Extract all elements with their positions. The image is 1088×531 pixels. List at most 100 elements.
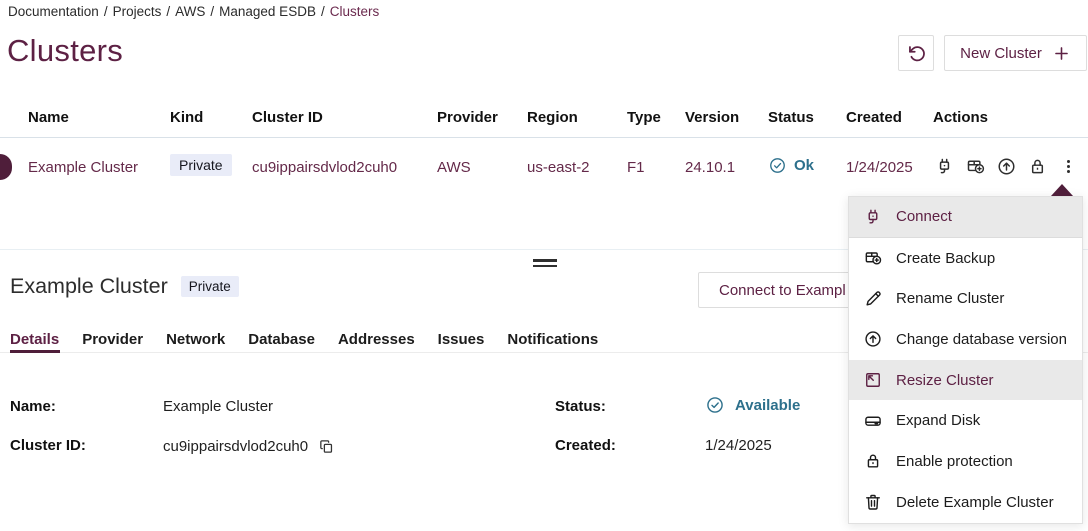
menu-item-change-database-version[interactable]: Change database version bbox=[849, 319, 1082, 360]
menu-item-delete-cluster[interactable]: Delete Example Cluster bbox=[849, 482, 1082, 523]
cluster-id-field-value: cu9ippairsdvlod2cuh0 bbox=[163, 437, 336, 455]
name-label: Name: bbox=[10, 398, 56, 415]
breadcrumb-separator: / bbox=[321, 4, 325, 19]
name-field-label: Name: bbox=[10, 398, 56, 415]
breadcrumb-separator: / bbox=[210, 4, 214, 19]
menu-item-label: Resize Cluster bbox=[896, 372, 994, 389]
page-title: Clusters bbox=[7, 33, 123, 69]
lock-icon bbox=[1027, 156, 1048, 177]
breadcrumb-item-documentation[interactable]: Documentation bbox=[8, 4, 99, 19]
menu-item-resize-cluster[interactable]: Resize Cluster bbox=[849, 360, 1082, 401]
status-text: Ok bbox=[794, 157, 814, 174]
tab-network[interactable]: Network bbox=[166, 331, 225, 348]
disk-icon bbox=[863, 411, 883, 431]
context-menu: Connect Create Backup Rename Cluster Cha… bbox=[848, 196, 1083, 524]
cluster-id-value: cu9ippairsdvlod2cuh0 bbox=[163, 438, 308, 455]
cluster-name-link[interactable]: Example Cluster bbox=[28, 159, 138, 176]
new-cluster-label: New Cluster bbox=[960, 45, 1042, 62]
refresh-icon bbox=[906, 43, 927, 64]
create-backup-icon bbox=[965, 156, 986, 177]
resize-icon bbox=[863, 370, 883, 390]
column-header-type: Type bbox=[627, 109, 661, 126]
breadcrumb-item-managed-esdb[interactable]: Managed ESDB bbox=[219, 4, 316, 19]
breadcrumb-item-projects[interactable]: Projects bbox=[113, 4, 162, 19]
context-menu-caret bbox=[1051, 184, 1073, 196]
breadcrumb-separator: / bbox=[104, 4, 108, 19]
change-version-action-button[interactable] bbox=[995, 155, 1017, 177]
column-header-cluster-id: Cluster ID bbox=[252, 109, 323, 126]
connect-action-button[interactable] bbox=[933, 155, 955, 177]
column-header-provider: Provider bbox=[437, 109, 498, 126]
plus-icon bbox=[1052, 44, 1071, 63]
menu-item-label: Rename Cluster bbox=[896, 290, 1004, 307]
menu-item-enable-protection[interactable]: Enable protection bbox=[849, 441, 1082, 482]
created-field-value: 1/24/2025 bbox=[705, 437, 772, 454]
status-cell: Ok bbox=[768, 156, 814, 175]
arrow-up-circle-icon bbox=[863, 329, 883, 349]
connect-plug-icon bbox=[934, 156, 955, 177]
tab-issues[interactable]: Issues bbox=[438, 331, 485, 348]
tab-notifications[interactable]: Notifications bbox=[507, 331, 598, 348]
column-header-created: Created bbox=[846, 109, 902, 126]
row-status-indicator bbox=[0, 154, 12, 180]
tab-database[interactable]: Database bbox=[248, 331, 315, 348]
type-cell: F1 bbox=[627, 159, 645, 176]
trash-icon bbox=[863, 492, 883, 512]
menu-item-label: Create Backup bbox=[896, 250, 995, 267]
table-header: Name Kind Cluster ID Provider Region Typ… bbox=[0, 100, 1088, 138]
refresh-button[interactable] bbox=[898, 35, 934, 71]
status-field-value: Available bbox=[705, 395, 800, 415]
status-value: Available bbox=[735, 397, 800, 414]
copy-cluster-id-button[interactable] bbox=[318, 437, 336, 455]
actions-cell bbox=[933, 155, 1079, 177]
region-cell: us-east-2 bbox=[527, 159, 590, 176]
column-header-actions: Actions bbox=[933, 109, 988, 126]
check-circle-icon bbox=[705, 395, 725, 415]
protection-action-button[interactable] bbox=[1026, 155, 1048, 177]
menu-item-create-backup[interactable]: Create Backup bbox=[849, 238, 1082, 279]
pane-drag-handle[interactable] bbox=[533, 259, 557, 270]
menu-item-rename-cluster[interactable]: Rename Cluster bbox=[849, 278, 1082, 319]
name-field-value: Example Cluster bbox=[163, 398, 273, 415]
provider-cell: AWS bbox=[437, 159, 471, 176]
created-field-label: Created: bbox=[555, 437, 616, 454]
detail-title: Example Cluster bbox=[10, 274, 168, 299]
table-row[interactable]: Example Cluster Private cu9ippairsdvlod2… bbox=[0, 138, 1088, 198]
status-label: Status: bbox=[555, 398, 606, 415]
check-circle-icon bbox=[768, 156, 787, 175]
create-backup-icon bbox=[863, 248, 883, 268]
tab-provider[interactable]: Provider bbox=[82, 331, 143, 348]
menu-item-label: Change database version bbox=[896, 331, 1067, 348]
cluster-id-field-label: Cluster ID: bbox=[10, 437, 86, 454]
menu-item-connect[interactable]: Connect bbox=[849, 197, 1082, 238]
created-value: 1/24/2025 bbox=[705, 437, 772, 454]
menu-item-expand-disk[interactable]: Expand Disk bbox=[849, 400, 1082, 441]
drag-handle-bar bbox=[533, 259, 557, 262]
cluster-id-cell: cu9ippairsdvlod2cuh0 bbox=[252, 159, 397, 176]
menu-item-label: Enable protection bbox=[896, 453, 1013, 470]
more-actions-button[interactable] bbox=[1057, 155, 1079, 177]
active-tab-underline bbox=[10, 350, 60, 354]
column-header-status: Status bbox=[768, 109, 814, 126]
tab-details[interactable]: Details bbox=[10, 331, 59, 348]
detail-kind-badge: Private bbox=[181, 276, 239, 298]
breadcrumb-item-clusters[interactable]: Clusters bbox=[330, 4, 380, 19]
drag-handle-bar bbox=[533, 265, 557, 268]
breadcrumb-item-aws[interactable]: AWS bbox=[175, 4, 205, 19]
kind-badge: Private bbox=[170, 154, 232, 176]
tab-addresses[interactable]: Addresses bbox=[338, 331, 415, 348]
menu-item-label: Connect bbox=[896, 208, 952, 225]
column-header-name: Name bbox=[28, 109, 69, 126]
create-backup-action-button[interactable] bbox=[964, 155, 986, 177]
detail-tabs: Details Provider Network Database Addres… bbox=[10, 331, 598, 348]
lock-icon bbox=[863, 451, 883, 471]
connect-plug-icon bbox=[863, 207, 883, 227]
change-version-icon bbox=[996, 156, 1017, 177]
column-header-region: Region bbox=[527, 109, 578, 126]
new-cluster-button[interactable]: New Cluster bbox=[944, 35, 1087, 71]
detail-header: Example Cluster Private bbox=[10, 274, 239, 299]
copy-icon bbox=[318, 438, 335, 455]
name-value: Example Cluster bbox=[163, 398, 273, 415]
menu-item-label: Expand Disk bbox=[896, 412, 980, 429]
kind-cell: Private bbox=[170, 154, 232, 176]
